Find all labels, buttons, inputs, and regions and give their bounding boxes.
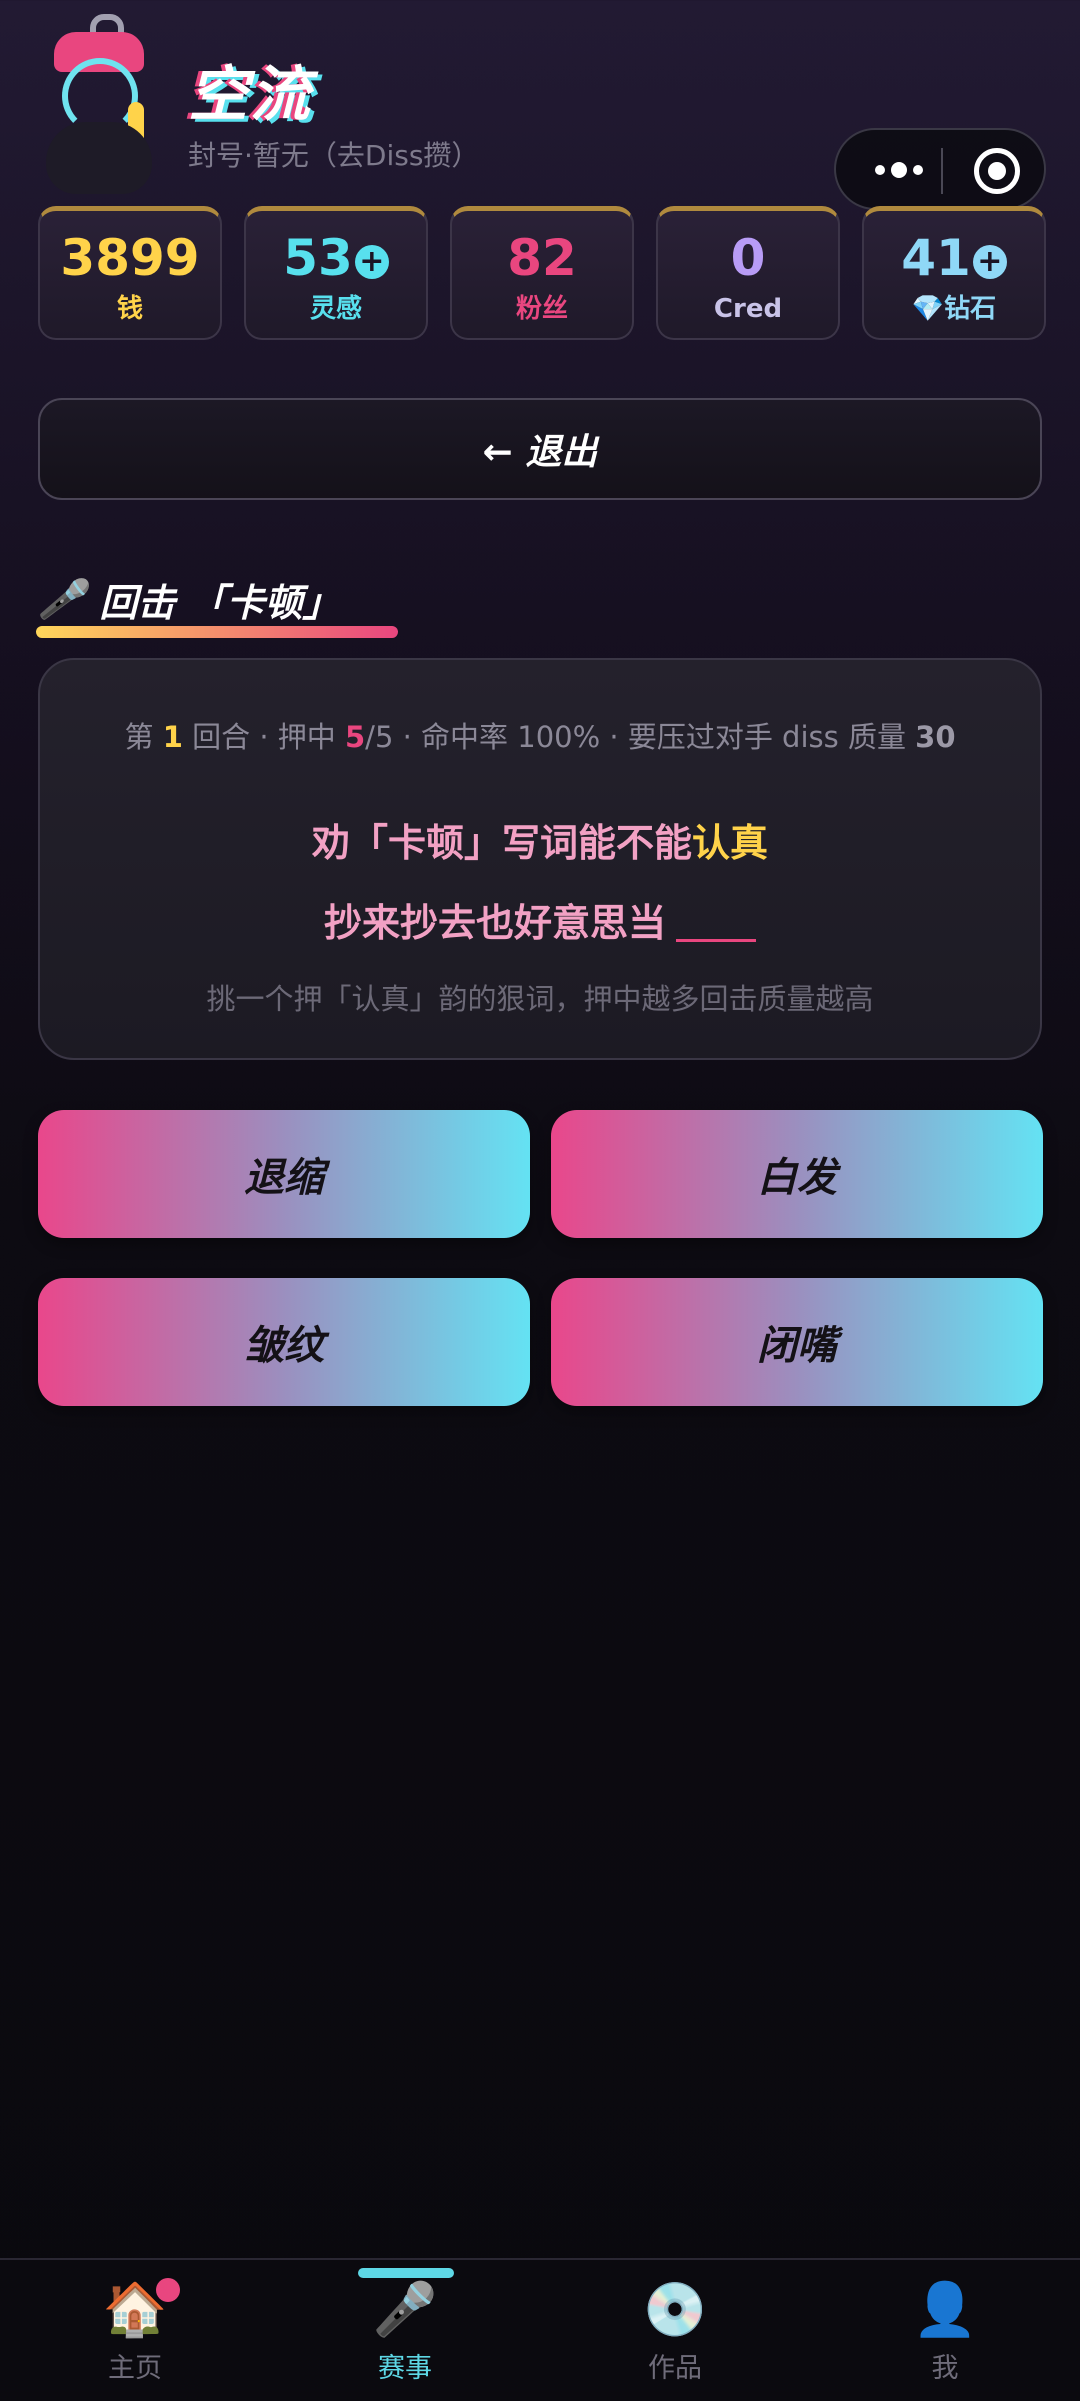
stat-money-value: 3899 (60, 229, 200, 287)
section-title-text: 回击 「卡顿」 (99, 581, 341, 625)
home-icon: 🏠 (102, 2280, 168, 2340)
stat-fans-label: 粉丝 (515, 294, 568, 324)
nav-label-match: 赛事 (378, 2353, 432, 2384)
stat-money[interactable]: 3899 钱 (38, 206, 222, 340)
exit-button[interactable]: ← 退出 (38, 398, 1042, 500)
lyric-line-2: 抄来抄去也好意思当 (40, 892, 1040, 947)
answer-option-4[interactable]: 闭嘴 (551, 1278, 1043, 1406)
username: 空流 (188, 60, 312, 130)
stat-diamond-label: 💎钻石 (911, 294, 997, 324)
nav-item-match[interactable]: 🎤 赛事 (270, 2260, 540, 2401)
nav-item-home[interactable]: 🏠 主页 (0, 2260, 270, 2401)
stat-fans[interactable]: 82 粉丝 (450, 206, 634, 340)
section-underline (36, 626, 398, 638)
round-info: 第 1 回合 · 押中 5/5 · 命中率 100% · 要压过对手 diss … (124, 720, 956, 754)
nav-label-me: 我 (931, 2353, 959, 2384)
avatar[interactable] (40, 10, 160, 194)
avatar-body (46, 122, 152, 194)
stat-money-label: 钱 (116, 294, 143, 324)
lyric-line-1: 劝「卡顿」写词能不能认真 (311, 821, 769, 865)
active-tab-indicator (358, 2268, 454, 2278)
answer-option-1[interactable]: 退缩 (38, 1110, 530, 1238)
add-inspiration-icon[interactable]: + (354, 245, 389, 279)
add-diamond-icon[interactable]: + (972, 245, 1007, 279)
more-icon[interactable] (866, 148, 932, 192)
answer-option-2[interactable]: 白发 (551, 1110, 1043, 1238)
mic-icon: 🎤 (372, 2280, 438, 2340)
bottom-nav: 🏠 主页 🎤 赛事 💿 作品 👤 我 (0, 2258, 1080, 2401)
stat-diamond[interactable]: 41 + 💎钻石 (862, 206, 1046, 340)
nav-label-works: 作品 (648, 2353, 702, 2384)
stat-diamond-value: 41 + (864, 229, 1044, 287)
stat-cred-value: 0 (730, 229, 766, 287)
title-subtitle: 封号·暂无（去Diss攒） (188, 139, 480, 172)
hint-text: 挑一个押「认真」韵的狠词，押中越多回击质量越高 (206, 982, 874, 1016)
stat-inspiration-value: 53 + (246, 229, 426, 287)
stat-inspiration[interactable]: 53 + 灵感 (244, 206, 428, 340)
notification-badge (156, 2278, 180, 2302)
stat-fans-value: 82 (507, 229, 577, 287)
miniprogram-capsule (834, 128, 1046, 210)
disc-icon: 💿 (642, 2280, 708, 2340)
user-icon: 👤 (912, 2280, 978, 2340)
nav-item-works[interactable]: 💿 作品 (540, 2260, 810, 2401)
stat-cred-label: Cred (713, 294, 783, 324)
question-card: 第 1 回合 · 押中 5/5 · 命中率 100% · 要压过对手 diss … (38, 658, 1042, 1060)
stat-cred[interactable]: 0 Cred (656, 206, 840, 340)
answer-blank (676, 908, 756, 942)
stat-inspiration-label: 灵感 (309, 294, 362, 324)
nav-label-home: 主页 (108, 2353, 162, 2384)
nav-item-me[interactable]: 👤 我 (810, 2260, 1080, 2401)
close-target-icon[interactable] (974, 148, 1020, 194)
capsule-divider (941, 148, 943, 194)
mic-icon: 🎤 (38, 577, 86, 621)
answer-option-3[interactable]: 皱纹 (38, 1278, 530, 1406)
section-title: 🎤 回击 「卡顿」 (38, 572, 341, 627)
